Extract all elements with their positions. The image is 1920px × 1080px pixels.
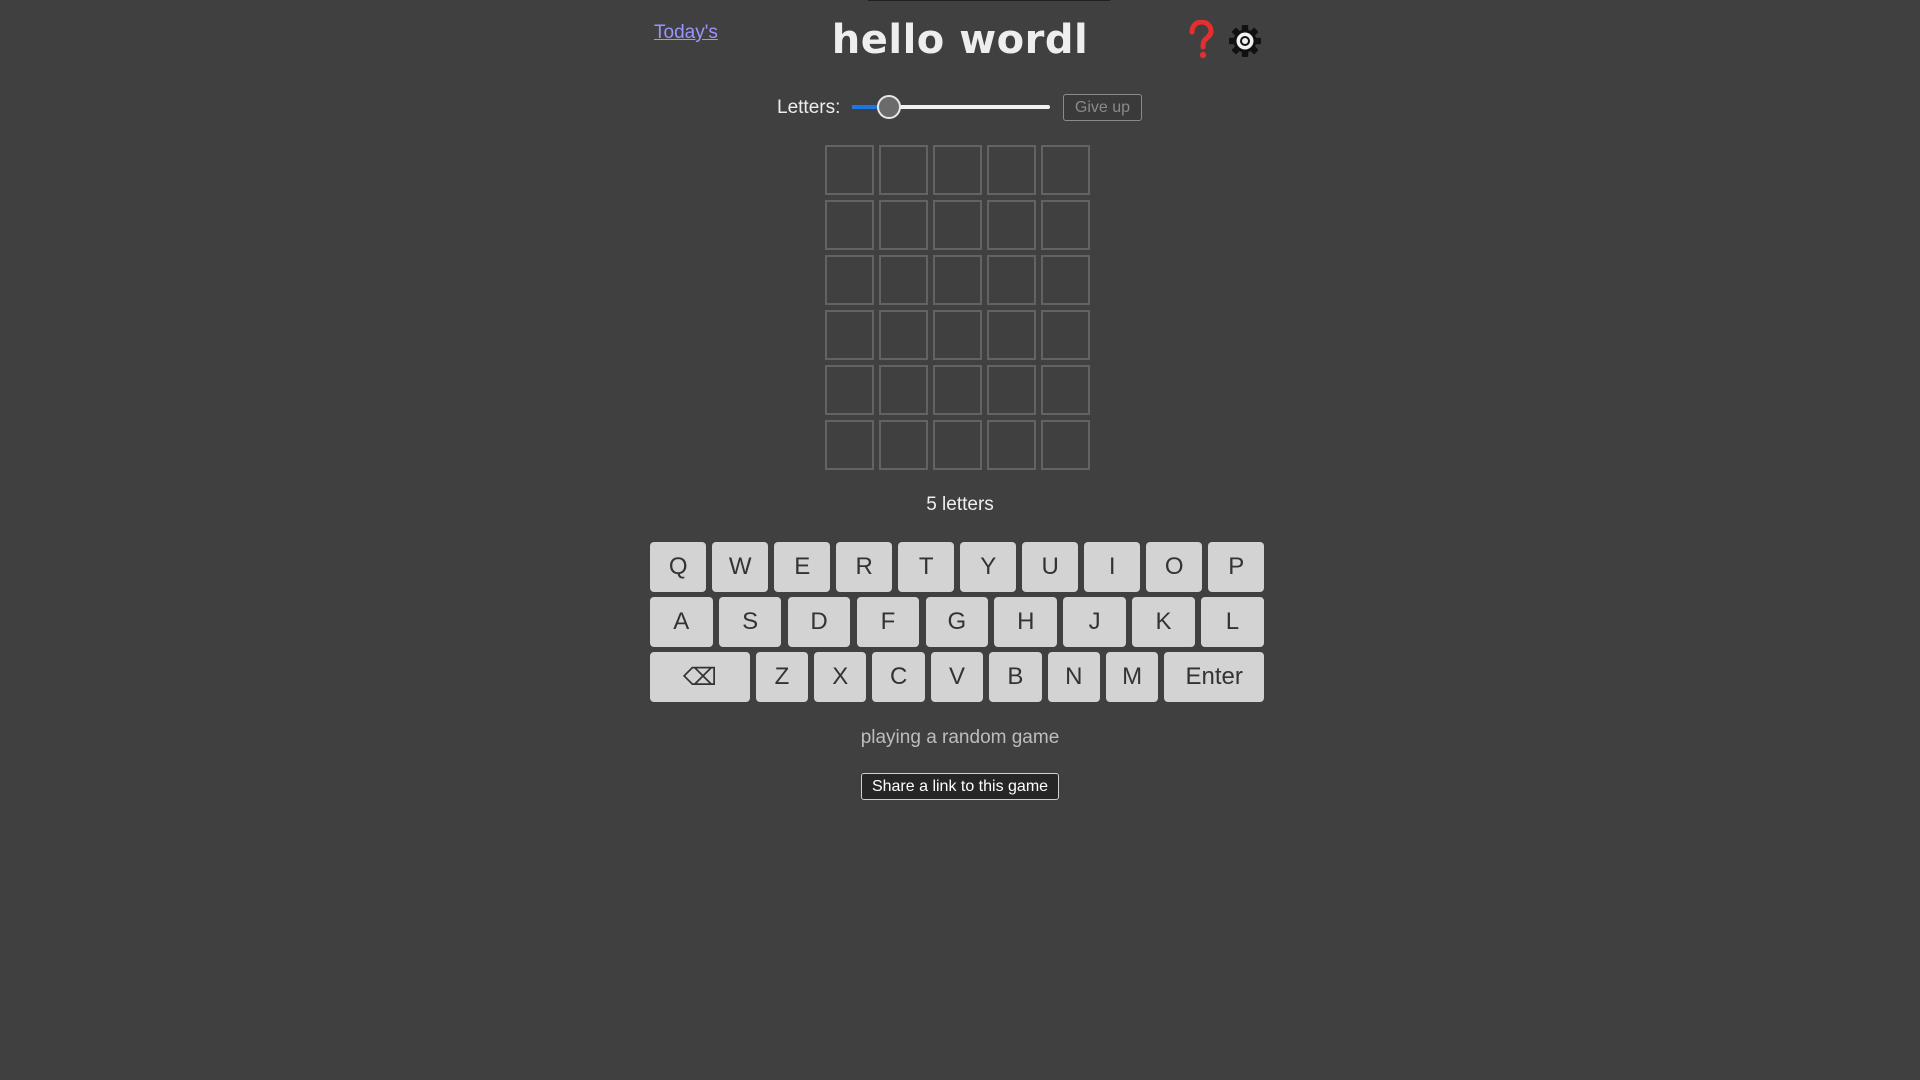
letter-tile	[825, 255, 874, 305]
key-c[interactable]: C	[872, 652, 925, 702]
key-q[interactable]: Q	[650, 542, 707, 592]
key-d[interactable]: D	[787, 597, 851, 647]
key-l[interactable]: L	[1201, 597, 1264, 647]
letter-tile	[987, 310, 1036, 360]
key-m[interactable]: M	[1105, 652, 1159, 702]
grid-row	[825, 420, 1095, 470]
letter-tile	[825, 365, 874, 415]
grid-row	[825, 200, 1095, 250]
letter-tile	[1041, 365, 1090, 415]
guess-grid	[825, 145, 1095, 475]
letter-tile	[825, 145, 874, 195]
letters-label: Letters:	[777, 97, 841, 118]
keyboard-row-2: ASDFGHJKL	[650, 597, 1270, 647]
letter-tile	[1041, 200, 1090, 250]
share-link-button[interactable]: Share a link to this game	[861, 773, 1059, 800]
letter-tile	[879, 255, 928, 305]
keyboard-row-1: QWERTYUIOP	[650, 542, 1270, 592]
key-z[interactable]: Z	[755, 652, 809, 702]
slider-thumb[interactable]	[876, 95, 901, 119]
letter-tile	[933, 420, 982, 470]
letter-tile	[879, 365, 928, 415]
letter-tile	[987, 145, 1036, 195]
key-k[interactable]: K	[1132, 597, 1195, 647]
letter-tile	[987, 420, 1036, 470]
todays-link[interactable]: Today's	[654, 22, 718, 44]
key-r[interactable]: R	[836, 542, 893, 592]
key-h[interactable]: H	[994, 597, 1058, 647]
key-w[interactable]: W	[712, 542, 769, 592]
letter-tile	[933, 200, 982, 250]
grid-row	[825, 365, 1095, 415]
header: Today's hello wordl	[0, 0, 1920, 80]
key-f[interactable]: F	[856, 597, 920, 647]
key-b[interactable]: B	[989, 652, 1042, 702]
letter-tile	[1041, 255, 1090, 305]
key-u[interactable]: U	[1022, 542, 1079, 592]
key-e[interactable]: E	[774, 542, 831, 592]
letters-slider[interactable]	[852, 94, 1050, 120]
key-n[interactable]: N	[1047, 652, 1100, 702]
key-t[interactable]: T	[898, 542, 955, 592]
key-j[interactable]: J	[1063, 597, 1126, 647]
key-p[interactable]: P	[1208, 542, 1265, 592]
key-a[interactable]: A	[650, 597, 713, 647]
letter-tile	[933, 310, 982, 360]
letter-tile	[933, 145, 982, 195]
game-status-text: playing a random game	[860, 727, 1060, 748]
key-o[interactable]: O	[1146, 542, 1203, 592]
letter-tile	[879, 310, 928, 360]
key-i[interactable]: I	[1084, 542, 1141, 592]
letter-tile	[987, 200, 1036, 250]
word-length-text: 5 letters	[926, 494, 994, 515]
letter-tile	[987, 255, 1036, 305]
key-g[interactable]: G	[925, 597, 989, 647]
letter-tile	[825, 200, 874, 250]
letter-tile	[1041, 310, 1090, 360]
keyboard-row-3: ⌫ Z X C V B N M Enter	[650, 652, 1270, 702]
grid-row	[825, 145, 1095, 195]
key-s[interactable]: S	[718, 597, 782, 647]
letter-tile	[1041, 420, 1090, 470]
enter-key[interactable]: Enter	[1164, 652, 1265, 702]
letters-control-row: Letters: Give up	[0, 92, 1920, 124]
gear-icon[interactable]	[1228, 24, 1262, 58]
grid-row	[825, 310, 1095, 360]
letter-tile	[879, 420, 928, 470]
letter-tile	[933, 365, 982, 415]
page-title: hello wordl	[831, 17, 1089, 63]
letter-tile	[825, 310, 874, 360]
grid-row	[825, 255, 1095, 305]
letter-tile	[933, 255, 982, 305]
letter-tile	[879, 200, 928, 250]
letter-tile	[987, 365, 1036, 415]
key-y[interactable]: Y	[960, 542, 1017, 592]
letter-tile	[879, 145, 928, 195]
letter-tile	[825, 420, 874, 470]
letter-tile	[1041, 145, 1090, 195]
give-up-button[interactable]: Give up	[1063, 94, 1142, 121]
key-x[interactable]: X	[814, 652, 867, 702]
backspace-key[interactable]: ⌫	[650, 652, 750, 702]
on-screen-keyboard: QWERTYUIOP ASDFGHJKL ⌫ Z X C V B N M Enter	[650, 542, 1270, 707]
key-v[interactable]: V	[930, 652, 984, 702]
question-mark-icon[interactable]	[1186, 19, 1216, 60]
